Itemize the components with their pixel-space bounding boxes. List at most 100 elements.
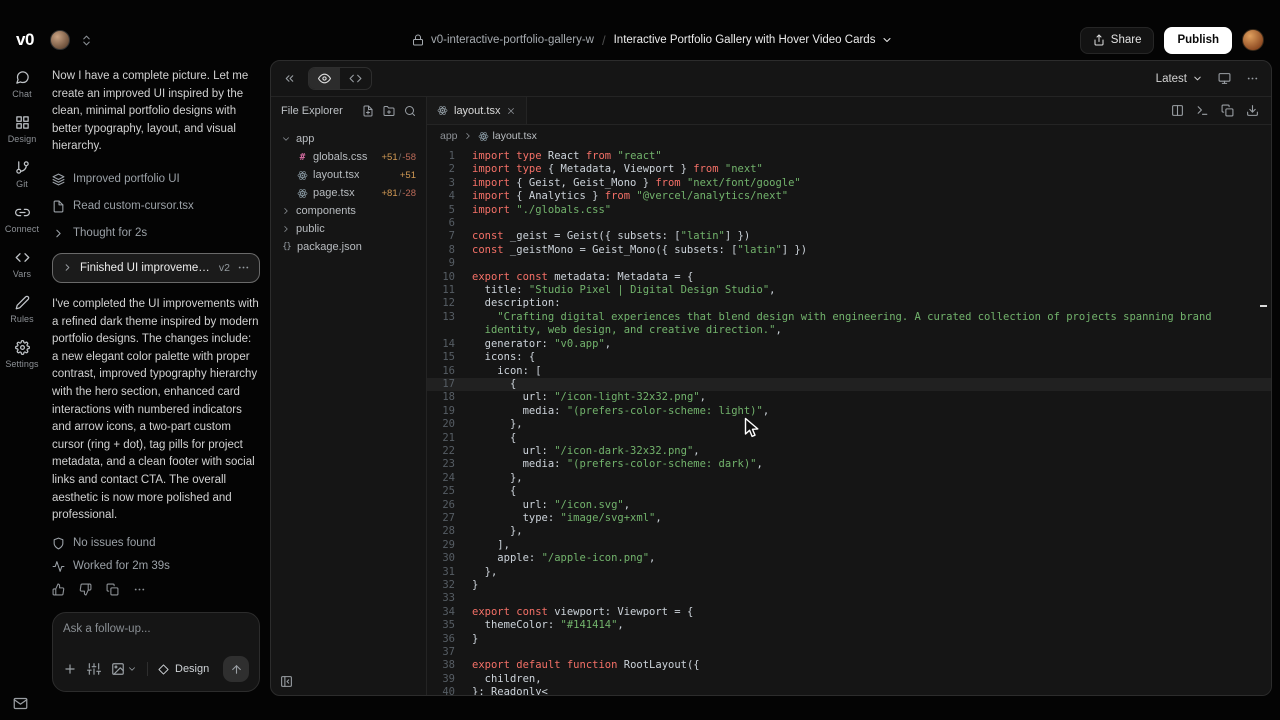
tree-item-public[interactable]: public <box>275 220 422 238</box>
thumbs-up-button[interactable] <box>52 583 65 596</box>
media-picker-button[interactable] <box>111 662 137 676</box>
code-editor[interactable]: 1import type React from "react"2import t… <box>427 147 1271 695</box>
sidebar-item-git[interactable]: Git <box>0 152 44 197</box>
code-line-17[interactable]: 17 { <box>427 378 1271 391</box>
more-options-button[interactable] <box>237 261 250 274</box>
code-line-8[interactable]: 8const _geistMono = Geist_Mono({ subsets… <box>427 244 1271 257</box>
collapse-panel-button[interactable] <box>283 72 296 85</box>
code-line-15[interactable]: 15 icons: { <box>427 351 1271 364</box>
attach-button[interactable] <box>63 662 77 676</box>
tree-item-page.tsx[interactable]: page.tsx+81/-28 <box>275 184 422 202</box>
editor-more-button[interactable] <box>1246 72 1259 85</box>
code-text: }, <box>455 418 1271 431</box>
code-line-38[interactable]: 38export default function RootLayout({ <box>427 659 1271 672</box>
code-line-32[interactable]: 32} <box>427 579 1271 592</box>
new-file-button[interactable] <box>362 105 374 117</box>
code-line-24[interactable]: 24 }, <box>427 472 1271 485</box>
code-line-39[interactable]: 39 children, <box>427 673 1271 686</box>
thumbs-down-button[interactable] <box>79 583 92 596</box>
code-line-35[interactable]: 35 themeColor: "#141414", <box>427 619 1271 632</box>
collapse-sidebar-button[interactable] <box>280 675 293 688</box>
send-button[interactable] <box>223 656 249 682</box>
share-button[interactable]: Share <box>1080 27 1155 54</box>
copy-code-button[interactable] <box>1221 104 1234 117</box>
tree-item-globals.css[interactable]: #globals.css+51/-58 <box>275 148 422 166</box>
code-line-20[interactable]: 20 }, <box>427 418 1271 431</box>
chat-step[interactable]: Read custom-cursor.tsx <box>52 193 260 220</box>
split-panel-button[interactable] <box>1171 104 1184 117</box>
code-line-5[interactable]: 5import "./globals.css" <box>427 204 1271 217</box>
code-line-9[interactable]: 9 <box>427 257 1271 270</box>
code-line-13[interactable]: 13 "Crafting digital experiences that bl… <box>427 311 1271 338</box>
device-preview-button[interactable] <box>1218 72 1231 85</box>
sidebar-item-rules[interactable]: Rules <box>0 287 44 332</box>
version-selector[interactable]: Latest <box>1156 73 1203 85</box>
tree-item-package.json[interactable]: {}package.json <box>275 238 422 256</box>
tree-item-layout.tsx[interactable]: layout.tsx+51 <box>275 166 422 184</box>
settings-sliders-button[interactable] <box>87 662 101 676</box>
sidebar-item-design[interactable]: Design <box>0 107 44 152</box>
chat-step[interactable]: Improved portfolio UI <box>52 166 260 193</box>
code-line-40[interactable]: 40}: Readonly< <box>427 686 1271 695</box>
code-line-22[interactable]: 22 url: "/icon-dark-32x32.png", <box>427 445 1271 458</box>
terminal-button[interactable] <box>1196 104 1209 117</box>
workspace-avatar[interactable] <box>50 30 70 50</box>
code-line-4[interactable]: 4import { Analytics } from "@vercel/anal… <box>427 190 1271 203</box>
breadcrumb-project[interactable]: v0-interactive-portfolio-gallery-w <box>412 34 594 46</box>
code-line-11[interactable]: 11 title: "Studio Pixel | Digital Design… <box>427 284 1271 297</box>
publish-button[interactable]: Publish <box>1164 27 1232 54</box>
code-line-33[interactable]: 33 <box>427 592 1271 605</box>
code-line-34[interactable]: 34export const viewport: Viewport = { <box>427 606 1271 619</box>
chat-step[interactable]: Thought for 2s <box>52 220 260 247</box>
tree-item-app[interactable]: app <box>275 130 422 148</box>
code-line-12[interactable]: 12 description: <box>427 297 1271 310</box>
code-line-6[interactable]: 6 <box>427 217 1271 230</box>
code-line-16[interactable]: 16 icon: [ <box>427 365 1271 378</box>
sidebar-item-chat[interactable]: Chat <box>0 62 44 107</box>
code-line-14[interactable]: 14 generator: "v0.app", <box>427 338 1271 351</box>
code-line-7[interactable]: 7const _geist = Geist({ subsets: ["latin… <box>427 230 1271 243</box>
followup-input[interactable] <box>63 623 249 635</box>
download-button[interactable] <box>1246 104 1259 117</box>
task-card-finished-ui-improvements[interactable]: Finished UI improvements v2 <box>52 253 260 283</box>
sidebar-item-connect[interactable]: Connect <box>0 197 44 242</box>
breadcrumb-chat[interactable]: Interactive Portfolio Gallery with Hover… <box>614 34 894 46</box>
code-toggle-button[interactable] <box>340 68 371 89</box>
breadcrumb-folder[interactable]: app <box>440 130 458 142</box>
code-line-23[interactable]: 23 media: "(prefers-color-scheme: dark)"… <box>427 458 1271 471</box>
code-line-37[interactable]: 37 <box>427 646 1271 659</box>
sidebar-item-vars[interactable]: Vars <box>0 242 44 287</box>
code-line-28[interactable]: 28 }, <box>427 525 1271 538</box>
preview-toggle-button[interactable] <box>309 68 340 89</box>
code-line-26[interactable]: 26 url: "/icon.svg", <box>427 499 1271 512</box>
code-line-1[interactable]: 1import type React from "react" <box>427 150 1271 163</box>
code-line-18[interactable]: 18 url: "/icon-light-32x32.png", <box>427 391 1271 404</box>
code-line-21[interactable]: 21 { <box>427 432 1271 445</box>
new-folder-button[interactable] <box>383 105 395 117</box>
code-line-27[interactable]: 27 type: "image/svg+xml", <box>427 512 1271 525</box>
more-actions-button[interactable] <box>133 583 146 596</box>
composer[interactable]: Design <box>52 612 260 692</box>
user-avatar[interactable] <box>1242 29 1264 51</box>
code-line-2[interactable]: 2import type { Metadata, Viewport } from… <box>427 163 1271 176</box>
code-line-36[interactable]: 36} <box>427 633 1271 646</box>
sidebar-item-settings[interactable]: Settings <box>0 332 44 377</box>
tree-item-components[interactable]: components <box>275 202 422 220</box>
v0-logo[interactable]: v0 <box>16 30 34 50</box>
code-line-19[interactable]: 19 media: "(prefers-color-scheme: light)… <box>427 405 1271 418</box>
search-files-button[interactable] <box>404 105 416 117</box>
code-line-25[interactable]: 25 { <box>427 485 1271 498</box>
workspace-switcher-icon[interactable] <box>80 34 93 47</box>
link-icon <box>15 205 30 220</box>
tab-layout-tsx[interactable]: layout.tsx <box>427 97 527 124</box>
design-mode-chip[interactable]: Design <box>158 663 209 675</box>
code-line-3[interactable]: 3import { Geist, Geist_Mono } from "next… <box>427 177 1271 190</box>
code-line-30[interactable]: 30 apple: "/apple-icon.png", <box>427 552 1271 565</box>
code-line-29[interactable]: 29 ], <box>427 539 1271 552</box>
code-line-31[interactable]: 31 }, <box>427 566 1271 579</box>
code-line-10[interactable]: 10export const metadata: Metadata = { <box>427 271 1271 284</box>
feedback-mail-button[interactable] <box>13 696 28 711</box>
close-tab-button[interactable] <box>506 106 516 116</box>
copy-button[interactable] <box>106 583 119 596</box>
breadcrumb-file[interactable]: layout.tsx <box>478 130 537 142</box>
